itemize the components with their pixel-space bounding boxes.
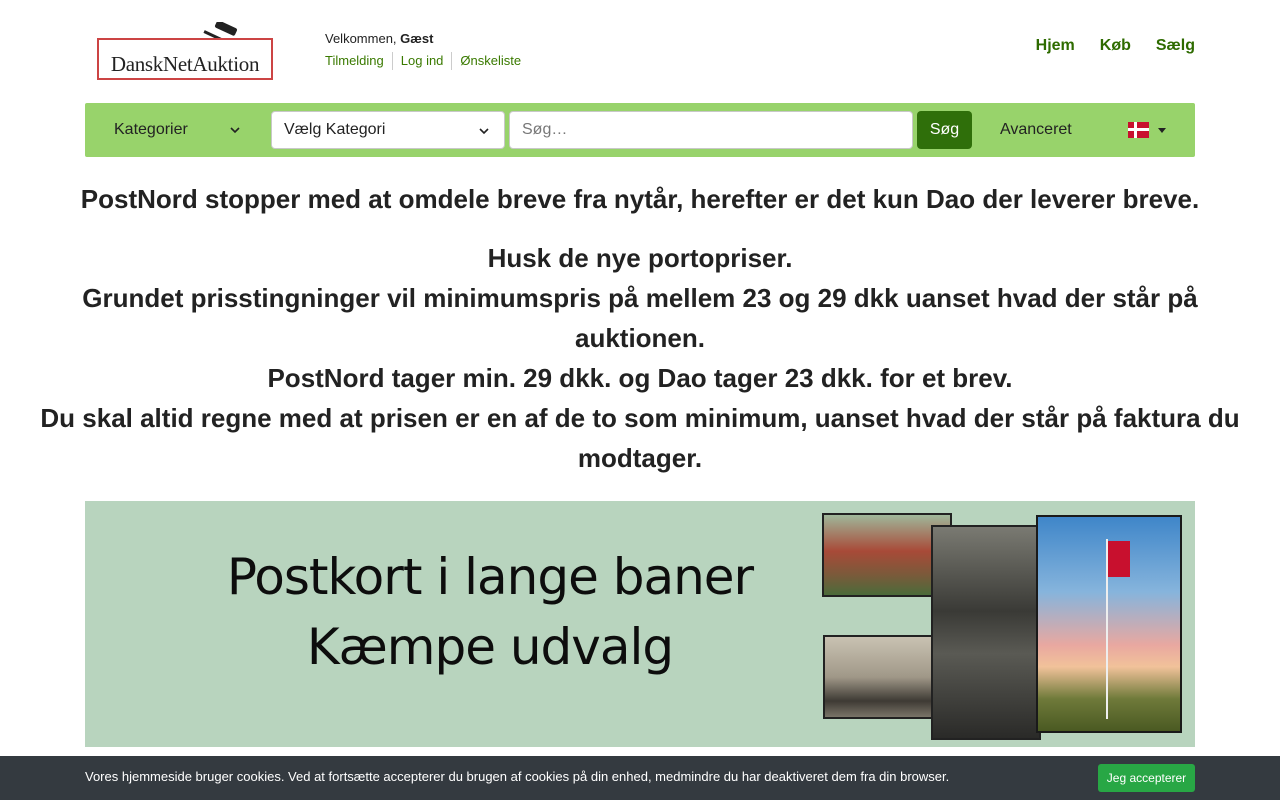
cookie-accept-button[interactable]: Jeg accepterer <box>1098 764 1195 792</box>
login-link[interactable]: Log ind <box>401 52 453 70</box>
danish-flag-icon <box>1128 122 1149 138</box>
announcement-line: PostNord tager min. 29 dkk. og Dao tager… <box>267 363 1013 393</box>
signup-link[interactable]: Tilmelding <box>325 52 393 70</box>
announcement-postnord: PostNord stopper med at omdele breve fra… <box>80 184 1200 214</box>
banner-headline: Postkort i lange baner <box>226 548 754 606</box>
language-dropdown[interactable] <box>1128 122 1168 140</box>
search-input[interactable] <box>509 111 913 149</box>
nav-buy[interactable]: Køb <box>1100 37 1131 55</box>
categories-dropdown[interactable]: Kategorier <box>114 121 188 139</box>
welcome-message: Velkommen, Gæst <box>325 31 433 46</box>
wishlist-link[interactable]: Ønskeliste <box>460 52 529 70</box>
welcome-user: Gæst <box>400 31 434 46</box>
nav-sell[interactable]: Sælg <box>1156 37 1195 55</box>
postcard-image <box>931 525 1041 740</box>
chevron-down-icon <box>479 128 489 135</box>
category-select[interactable]: Vælg Kategori <box>271 111 505 149</box>
search-bar: Kategorier Vælg Kategori Søg Avanceret <box>85 103 1195 157</box>
site-logo[interactable]: DanskNetAuktion <box>97 22 273 80</box>
user-links: Tilmelding Log ind Ønskeliste <box>325 52 537 70</box>
advanced-search-link[interactable]: Avanceret <box>1000 121 1072 139</box>
logo-text: DanskNetAuktion <box>110 52 260 76</box>
banner-subheadline: Kæmpe udvalg <box>306 618 674 676</box>
category-select-value: Vælg Kategori <box>284 121 386 138</box>
welcome-prefix: Velkommen, <box>325 31 397 46</box>
main-nav: Hjem Køb Sælg <box>1036 37 1195 55</box>
danish-flag-image <box>1108 541 1130 577</box>
cookie-text: Vores hjemmeside bruger cookies. Ved at … <box>85 769 950 784</box>
nav-home[interactable]: Hjem <box>1036 37 1075 55</box>
announcement-line: Husk de nye portopriser. <box>487 243 793 273</box>
promo-banner[interactable]: Postkort i lange baner Kæmpe udvalg <box>85 501 1195 747</box>
chevron-down-icon[interactable] <box>229 124 241 136</box>
announcement-line: Grundet prisstingninger vil minimumspris… <box>82 283 1198 353</box>
cookie-bar: Vores hjemmeside bruger cookies. Ved at … <box>0 756 1280 800</box>
caret-down-icon <box>1158 128 1166 133</box>
announcement-block: Husk de nye portopriser. Grundet prissti… <box>0 238 1280 478</box>
announcement-line: Du skal altid regne med at prisen er en … <box>40 403 1240 473</box>
search-button[interactable]: Søg <box>917 111 972 149</box>
site-header: DanskNetAuktion Velkommen, Gæst Tilmeldi… <box>0 0 1280 100</box>
